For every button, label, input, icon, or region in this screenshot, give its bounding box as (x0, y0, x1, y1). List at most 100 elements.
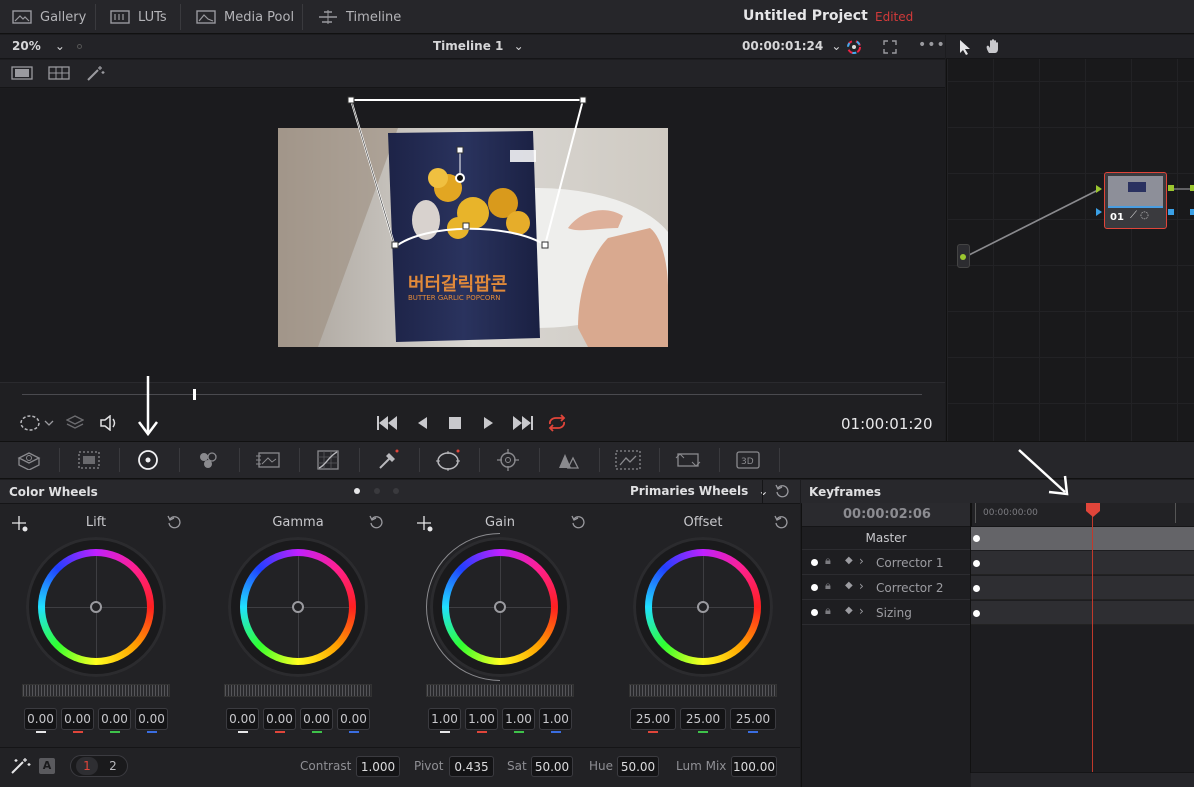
media-pool-button[interactable]: Media Pool (196, 0, 294, 34)
enable-dot-icon[interactable] (811, 559, 818, 566)
lock-icon[interactable]: 🔒︎ (825, 554, 831, 568)
enable-dot-icon[interactable] (811, 584, 818, 591)
kf-row[interactable]: 🔒︎ ◆ › Corrector 1 (802, 551, 970, 575)
split-screen-icon[interactable] (48, 66, 70, 80)
node-output-rgb[interactable] (1168, 185, 1174, 191)
skip-to-start-icon[interactable] (376, 416, 398, 430)
gamma-master-wheel[interactable] (224, 684, 372, 697)
motion-effects-icon[interactable] (239, 441, 297, 479)
offset-value-field[interactable]: 25.00 (680, 708, 726, 730)
gain-master-wheel[interactable] (426, 684, 574, 697)
volume-icon[interactable] (100, 415, 120, 431)
keyframe-dot[interactable] (973, 585, 980, 592)
tracker-icon[interactable] (479, 441, 537, 479)
kf-row[interactable]: 🔒︎ ◆ › Sizing (802, 601, 970, 625)
pointer-icon[interactable] (959, 39, 971, 55)
qualifier-icon[interactable] (359, 441, 417, 479)
keyframe-diamond-icon[interactable]: ◆ (845, 580, 853, 591)
page-dot-active[interactable] (354, 488, 360, 494)
chevron-right-icon[interactable]: › (859, 604, 864, 618)
chevron-right-icon[interactable]: › (859, 579, 864, 593)
offset-reset-icon[interactable] (774, 515, 788, 529)
lock-icon[interactable]: 🔒︎ (825, 604, 831, 618)
gain-value-field[interactable]: 1.00 (428, 708, 461, 730)
color-match-icon[interactable] (60, 441, 118, 479)
keyframe-dot[interactable] (973, 560, 980, 567)
hand-icon[interactable] (985, 38, 1001, 54)
gain-reset-icon[interactable] (571, 515, 585, 529)
sat-field[interactable]: 50.00 (531, 756, 573, 777)
page-1-button[interactable]: 1 (76, 757, 98, 775)
lift-value-field[interactable]: 0.00 (61, 708, 94, 730)
keyframe-diamond-icon[interactable]: ◆ (845, 605, 853, 616)
kf-row-master[interactable]: Master (802, 527, 970, 550)
gamma-value-field[interactable]: 0.00 (337, 708, 370, 730)
auto-button[interactable]: A (39, 758, 55, 774)
offset-value-field[interactable]: 25.00 (730, 708, 776, 730)
gamma-value-field[interactable]: 0.00 (300, 708, 333, 730)
blur-icon[interactable] (599, 441, 657, 479)
lock-icon[interactable]: 🔒︎ (825, 579, 831, 593)
magic-mask-icon[interactable] (539, 441, 597, 479)
loop-icon[interactable] (546, 414, 568, 432)
gamma-puck[interactable] (292, 601, 304, 613)
lift-picker-icon[interactable] (11, 515, 29, 533)
layers-icon[interactable] (66, 414, 84, 430)
lift-puck[interactable] (90, 601, 102, 613)
enable-dot-icon[interactable] (811, 609, 818, 616)
kf-row[interactable]: 🔒︎ ◆ › Corrector 2 (802, 576, 970, 600)
gamma-reset-icon[interactable] (369, 515, 383, 529)
corrector-node-01[interactable]: 01 ⟋ ◌ (1104, 172, 1167, 229)
key-icon[interactable] (659, 441, 717, 479)
gain-picker-icon[interactable] (416, 515, 434, 533)
keyframe-dot[interactable] (973, 610, 980, 617)
lum-mix-field[interactable]: 100.00 (731, 756, 777, 777)
window-icon[interactable] (419, 441, 477, 479)
lift-reset-icon[interactable] (167, 515, 181, 529)
lift-value-field[interactable]: 0.00 (98, 708, 131, 730)
page-2-button[interactable]: 2 (103, 757, 123, 775)
keyframe-playhead[interactable] (1085, 503, 1101, 517)
wheels-mode-dropdown[interactable]: Primaries Wheels ⌄ (630, 484, 768, 498)
page-dot[interactable] (393, 488, 399, 494)
luts-button[interactable]: LUTs (110, 0, 167, 34)
more-options-icon[interactable]: ••• (918, 37, 946, 53)
timeline-dropdown[interactable]: Timeline 1 ⌄ (433, 39, 524, 53)
reset-all-icon[interactable] (775, 484, 789, 498)
gain-value-field[interactable]: 1.00 (539, 708, 572, 730)
hue-field[interactable]: 50.00 (617, 756, 659, 777)
gamma-value-field[interactable]: 0.00 (226, 708, 259, 730)
keyframe-scrollbar[interactable] (971, 772, 1194, 787)
pivot-field[interactable]: 0.435 (449, 756, 494, 777)
play-reverse-icon[interactable] (416, 416, 428, 430)
single-viewer-icon[interactable] (11, 66, 33, 80)
gain-value-field[interactable]: 1.00 (465, 708, 498, 730)
scrubber-playhead[interactable] (193, 389, 196, 400)
node-output-key[interactable] (1168, 209, 1174, 215)
offset-master-wheel[interactable] (629, 684, 777, 697)
color-picker-icon[interactable] (845, 38, 863, 56)
onscreen-controls-dropdown[interactable] (19, 414, 59, 432)
3d-icon[interactable]: 3D (719, 441, 777, 479)
curves-icon[interactable] (299, 441, 357, 479)
auto-balance-icon[interactable] (10, 757, 32, 775)
color-wheels-tab-icon[interactable] (119, 441, 177, 479)
lift-master-wheel[interactable] (22, 684, 170, 697)
offset-puck[interactable] (697, 601, 709, 613)
stop-icon[interactable] (449, 417, 461, 429)
rgb-mixer-icon[interactable] (179, 441, 237, 479)
page-dot[interactable] (374, 488, 380, 494)
camera-raw-icon[interactable] (0, 441, 58, 479)
timecode-dropdown[interactable]: 00:00:01:24 ⌄ (742, 39, 841, 53)
offset-value-field[interactable]: 25.00 (630, 708, 676, 730)
magic-wand-icon[interactable] (86, 64, 106, 82)
gain-value-field[interactable]: 1.00 (502, 708, 535, 730)
power-window-overlay[interactable] (340, 90, 600, 260)
lift-value-field[interactable]: 0.00 (135, 708, 168, 730)
contrast-field[interactable]: 1.000 (356, 756, 400, 777)
play-icon[interactable] (483, 416, 495, 430)
gallery-button[interactable]: Gallery (12, 0, 86, 34)
chevron-right-icon[interactable]: › (859, 554, 864, 568)
fullscreen-icon[interactable] (883, 40, 897, 54)
keyframe-diamond-icon[interactable]: ◆ (845, 555, 853, 566)
